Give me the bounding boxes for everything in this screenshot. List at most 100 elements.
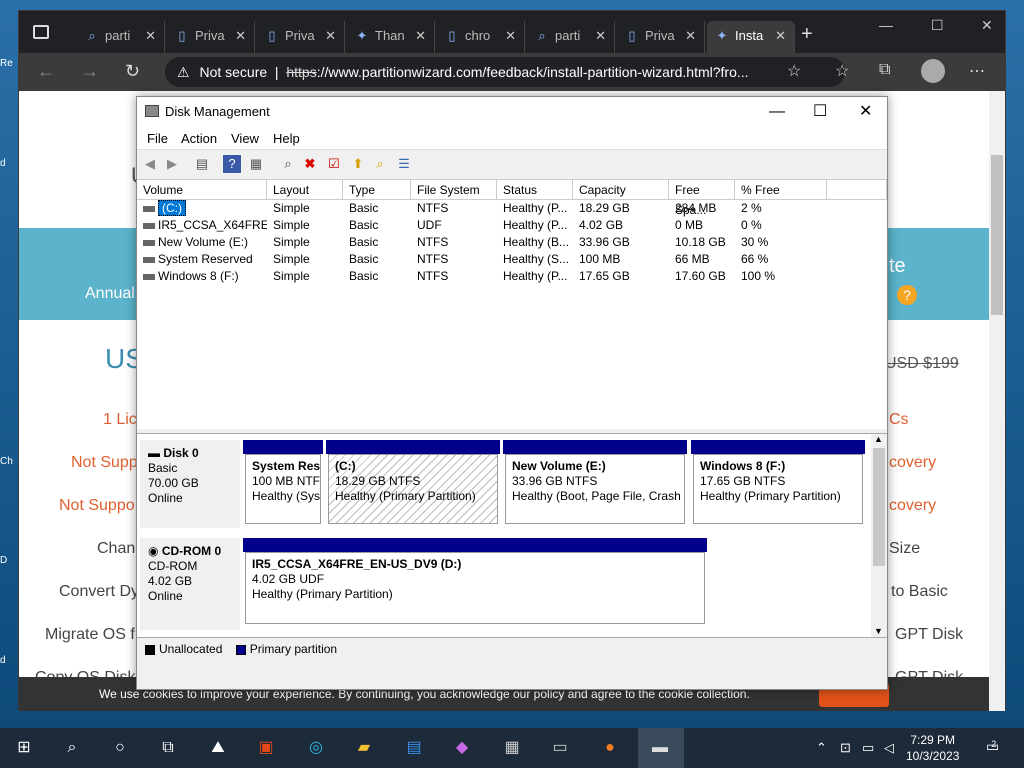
forward-icon[interactable]: ▶	[163, 155, 181, 173]
desktop-icon[interactable]: Re	[0, 58, 18, 69]
desktop-icon[interactable]: d	[0, 655, 18, 666]
column-header[interactable]: Free Spa...	[669, 180, 735, 217]
cdrom-0-info[interactable]: ◉ CD-ROM 0 CD-ROM 4.02 GB Online	[140, 538, 240, 630]
start-button[interactable]: ⊞	[12, 736, 36, 760]
connect-icon[interactable]: ⌕	[279, 155, 297, 173]
close-tab-icon[interactable]: ✕	[505, 21, 516, 51]
desktop-icon[interactable]: D	[0, 555, 18, 566]
scrollbar-thumb[interactable]	[873, 448, 885, 566]
maps-icon[interactable]: ◆	[450, 736, 474, 760]
file-explorer-icon[interactable]: ▰	[352, 736, 376, 760]
back-button[interactable]: ←	[37, 61, 55, 82]
close-tab-icon[interactable]: ✕	[235, 21, 246, 51]
close-tab-icon[interactable]: ✕	[775, 21, 786, 51]
graph-scrollbar[interactable]: ▲ ▼	[871, 434, 887, 638]
menu-help[interactable]: Help	[273, 131, 300, 146]
table-row[interactable]: IR5_CCSA_X64FRE... Simple Basic UDF Healthy …	[137, 217, 887, 234]
details-icon[interactable]: ▦	[247, 155, 265, 173]
close-button[interactable]: ✕	[981, 17, 993, 34]
console-tree-icon[interactable]: ▤	[193, 155, 211, 173]
folder-up-icon[interactable]: ⬆	[349, 155, 367, 173]
close-tab-icon[interactable]: ✕	[685, 21, 696, 51]
profile-avatar[interactable]	[921, 59, 945, 83]
column-header[interactable]: Volume	[137, 180, 267, 200]
close-button[interactable]: ✕	[859, 97, 872, 127]
maximize-button[interactable]: ☐	[931, 17, 944, 34]
volume-icon[interactable]: ◁	[884, 740, 894, 756]
desktop-icon[interactable]: Ch	[0, 456, 18, 467]
table-row[interactable]: New Volume (E:) Simple Basic NTFS Healthy (B…	[137, 234, 887, 251]
menu-action[interactable]: Action	[181, 131, 217, 146]
close-tab-icon[interactable]: ✕	[145, 21, 156, 51]
office-icon[interactable]: ▣	[254, 736, 278, 760]
partition-system-reserved[interactable]: System Rese 100 MB NTFS Healthy (Syst	[245, 454, 321, 524]
photos-icon[interactable]: ⛰	[206, 736, 230, 760]
scroll-up-icon[interactable]: ▲	[874, 434, 883, 444]
partition-d[interactable]: IR5_CCSA_X64FRE_EN-US_DV9 (D:) 4.02 GB U…	[245, 552, 705, 624]
add-favorite-icon[interactable]: ☆	[787, 61, 801, 81]
new-tab-button[interactable]: +	[801, 23, 813, 46]
scroll-down-icon[interactable]: ▼	[874, 626, 883, 636]
column-header[interactable]: Status	[497, 180, 573, 200]
page-scrollbar[interactable]	[989, 91, 1005, 711]
tab-1[interactable]: ⌕ parti ✕	[77, 21, 165, 53]
notification-icon[interactable]: ▭2	[986, 738, 1004, 755]
properties-icon[interactable]: ☰	[395, 155, 413, 173]
firefox-icon[interactable]: ●	[598, 736, 622, 760]
command-prompt-icon[interactable]: ▭	[548, 736, 572, 760]
search-folder-icon[interactable]: ⌕	[371, 155, 389, 173]
meet-now-icon[interactable]: ⊡	[840, 740, 851, 756]
edge-icon[interactable]: ◎	[304, 736, 328, 760]
table-row[interactable]: (C:) Simple Basic NTFS Healthy (P... 18.29 GB…	[137, 200, 887, 217]
app-icon[interactable]: ▤	[402, 736, 426, 760]
more-menu-icon[interactable]: ⋯	[969, 61, 985, 81]
tab-3[interactable]: ▯ Priva ✕	[257, 21, 345, 53]
computer-management-icon[interactable]: ▦	[500, 736, 524, 760]
disk-0-info[interactable]: ▬ Disk 0 Basic 70.00 GB Online	[140, 440, 240, 528]
refresh-button[interactable]: ↻	[125, 61, 140, 82]
column-header[interactable]: Type	[343, 180, 411, 200]
clock[interactable]: 7:29 PM 10/3/2023	[906, 732, 959, 764]
minimize-button[interactable]: —	[769, 97, 785, 127]
column-header[interactable]: Capacity	[573, 180, 669, 200]
collections-icon[interactable]: ⧉	[879, 61, 890, 79]
column-header[interactable]: File System	[411, 180, 497, 200]
address-bar[interactable]: ⚠ Not secure | https://www.partitionwiza…	[165, 57, 845, 87]
close-tab-icon[interactable]: ✕	[595, 21, 606, 51]
cortana-icon[interactable]: ○	[108, 736, 132, 760]
delete-icon[interactable]: ✖	[301, 155, 319, 173]
partition-e[interactable]: New Volume (E:) 33.96 GB NTFS Healthy (B…	[505, 454, 685, 524]
chevron-up-icon[interactable]: ⌃	[816, 740, 827, 756]
search-icon[interactable]: ⌕	[60, 736, 84, 760]
table-row[interactable]: Windows 8 (F:) Simple Basic NTFS Healthy (P.…	[137, 268, 887, 285]
table-row[interactable]: System Reserved Simple Basic NTFS Healthy (S…	[137, 251, 887, 268]
network-icon[interactable]: ▭	[862, 740, 874, 756]
tab-actions-icon[interactable]	[33, 25, 49, 39]
menu-file[interactable]: File	[147, 131, 168, 146]
partition-c[interactable]: (C:) 18.29 GB NTFS Healthy (Primary Part…	[328, 454, 498, 524]
desktop-icon[interactable]: d	[0, 158, 18, 169]
tab-6[interactable]: ⌕ parti ✕	[527, 21, 615, 53]
back-icon[interactable]: ◀	[141, 155, 159, 173]
menu-view[interactable]: View	[231, 131, 259, 146]
tab-4[interactable]: ✦ Than ✕	[347, 21, 435, 53]
minimize-button[interactable]: —	[879, 17, 893, 33]
tab-2[interactable]: ▯ Priva ✕	[167, 21, 255, 53]
close-tab-icon[interactable]: ✕	[415, 21, 426, 51]
maximize-button[interactable]: ☐	[813, 97, 827, 127]
tab-8[interactable]: ✦ Insta ✕	[707, 21, 795, 53]
checklist-icon[interactable]: ☑	[325, 155, 343, 173]
forward-button[interactable]: →	[81, 61, 99, 82]
partition-f[interactable]: Windows 8 (F:) 17.65 GB NTFS Healthy (Pr…	[693, 454, 863, 524]
tab-5[interactable]: ▯ chro ✕	[437, 21, 525, 53]
tab-7[interactable]: ▯ Priva ✕	[617, 21, 705, 53]
help-icon[interactable]: ?	[897, 285, 917, 305]
column-header[interactable]: Layout	[267, 180, 343, 200]
task-view-icon[interactable]: ⧉	[156, 736, 180, 760]
help-icon[interactable]: ?	[223, 155, 241, 173]
scrollbar-thumb[interactable]	[991, 155, 1003, 315]
column-header[interactable]: % Free	[735, 180, 827, 200]
disk-management-icon[interactable]: ▬	[648, 736, 672, 760]
favorites-icon[interactable]: ☆	[835, 61, 849, 81]
close-tab-icon[interactable]: ✕	[325, 21, 336, 51]
